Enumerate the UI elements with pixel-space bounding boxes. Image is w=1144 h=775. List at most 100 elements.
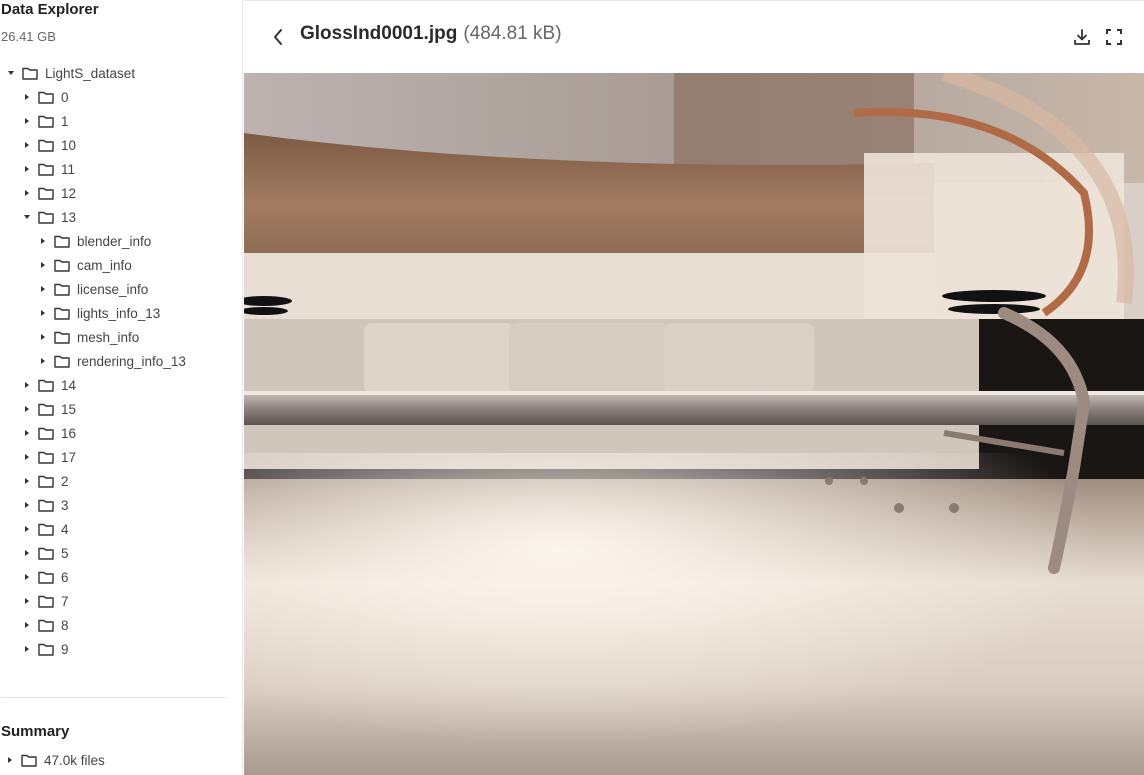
caret-right-icon[interactable] <box>5 755 15 765</box>
caret-right-icon[interactable] <box>38 356 48 366</box>
download-icon <box>1074 29 1090 45</box>
tree-item[interactable]: 7 <box>0 589 240 613</box>
tree-item[interactable]: 17 <box>0 445 240 469</box>
file-tree: LightS_dataset 0 1 10 11 12 13 blender_info cam_… <box>0 61 240 661</box>
folder-icon <box>38 427 54 440</box>
caret-right-icon[interactable] <box>22 620 32 630</box>
caret-right-icon[interactable] <box>22 524 32 534</box>
tree-item[interactable]: 5 <box>0 541 240 565</box>
folder-icon <box>38 139 54 152</box>
folder-icon <box>54 331 70 344</box>
back-button[interactable] <box>272 27 286 47</box>
folder-icon <box>38 499 54 512</box>
tree-item[interactable]: 13 <box>0 205 240 229</box>
caret-right-icon[interactable] <box>22 92 32 102</box>
folder-icon <box>38 211 54 224</box>
tree-item[interactable]: license_info <box>0 277 240 301</box>
main-panel: GlossInd0001.jpg (484.81 kB) <box>244 0 1144 775</box>
tree-item[interactable]: LightS_dataset <box>0 61 240 85</box>
caret-right-icon[interactable] <box>22 596 32 606</box>
tree-item-label: blender_info <box>77 233 152 249</box>
folder-icon <box>38 379 54 392</box>
caret-right-icon[interactable] <box>22 476 32 486</box>
sidebar-divider <box>1 697 227 698</box>
folder-icon <box>38 571 54 584</box>
tree-item[interactable]: 14 <box>0 373 240 397</box>
tree-item[interactable]: 16 <box>0 421 240 445</box>
caret-down-icon[interactable] <box>22 212 32 222</box>
tree-item[interactable]: 12 <box>0 181 240 205</box>
summary-title: Summary <box>1 723 70 740</box>
folder-icon <box>54 355 70 368</box>
caret-right-icon[interactable] <box>38 308 48 318</box>
sidebar-title: Data Explorer <box>1 1 99 18</box>
tree-item[interactable]: 4 <box>0 517 240 541</box>
tree-item[interactable]: 10 <box>0 133 240 157</box>
tree-item[interactable]: lights_info_13 <box>0 301 240 325</box>
tree-item-label: 8 <box>61 617 69 633</box>
tree-item[interactable]: 6 <box>0 565 240 589</box>
fullscreen-icon <box>1106 29 1122 45</box>
caret-down-icon[interactable] <box>6 68 16 78</box>
caret-right-icon[interactable] <box>22 164 32 174</box>
chevron-left-icon <box>274 29 282 45</box>
tree-item-label: 12 <box>61 185 77 201</box>
folder-icon <box>38 523 54 536</box>
tree-item-label: 7 <box>61 593 69 609</box>
caret-right-icon[interactable] <box>22 572 32 582</box>
folder-icon <box>38 643 54 656</box>
tree-item-label: 3 <box>61 497 69 513</box>
tree-item[interactable]: 3 <box>0 493 240 517</box>
tree-item-label: 17 <box>61 449 77 465</box>
tree-item[interactable]: blender_info <box>0 229 240 253</box>
tree-item[interactable]: 1 <box>0 109 240 133</box>
caret-right-icon[interactable] <box>22 404 32 414</box>
file-name: GlossInd0001.jpg <box>300 23 458 44</box>
caret-right-icon[interactable] <box>22 452 32 462</box>
caret-right-icon[interactable] <box>22 548 32 558</box>
caret-right-icon[interactable] <box>22 380 32 390</box>
tree-item[interactable]: 8 <box>0 613 240 637</box>
folder-icon <box>54 283 70 296</box>
caret-right-icon[interactable] <box>22 428 32 438</box>
viewer-header: GlossInd0001.jpg (484.81 kB) <box>244 1 1144 73</box>
caret-right-icon[interactable] <box>22 140 32 150</box>
tree-item[interactable]: 9 <box>0 637 240 661</box>
tree-item-label: 13 <box>61 209 77 225</box>
tree-item[interactable]: 11 <box>0 157 240 181</box>
caret-right-icon[interactable] <box>38 236 48 246</box>
download-button[interactable] <box>1072 27 1092 47</box>
tree-item[interactable]: 15 <box>0 397 240 421</box>
tree-item-label: 6 <box>61 569 69 585</box>
fullscreen-button[interactable] <box>1104 27 1124 47</box>
caret-right-icon[interactable] <box>22 644 32 654</box>
tree-item[interactable]: rendering_info_13 <box>0 349 240 373</box>
folder-icon <box>38 619 54 632</box>
tree-item-label: mesh_info <box>77 329 140 345</box>
tree-item-label: 5 <box>61 545 69 561</box>
folder-icon <box>38 451 54 464</box>
folder-icon <box>54 259 70 272</box>
file-title: GlossInd0001.jpg (484.81 kB) <box>300 23 562 45</box>
tree-item[interactable]: 0 <box>0 85 240 109</box>
tree-item[interactable]: 2 <box>0 469 240 493</box>
folder-icon <box>21 754 37 767</box>
caret-right-icon[interactable] <box>38 332 48 342</box>
folder-icon <box>38 163 54 176</box>
sidebar: Data Explorer 26.41 GB LightS_dataset 0 1 1… <box>0 0 243 775</box>
caret-right-icon[interactable] <box>38 260 48 270</box>
summary-files-item[interactable]: 47.0k files <box>5 748 105 772</box>
folder-icon <box>38 115 54 128</box>
folder-icon <box>38 91 54 104</box>
tree-item-label: 14 <box>61 377 77 393</box>
caret-right-icon[interactable] <box>22 500 32 510</box>
summary-files-label: 47.0k files <box>44 752 105 768</box>
tree-item[interactable]: mesh_info <box>0 325 240 349</box>
caret-right-icon[interactable] <box>22 188 32 198</box>
folder-icon <box>38 403 54 416</box>
tree-item[interactable]: cam_info <box>0 253 240 277</box>
tree-item-label: 11 <box>61 161 76 177</box>
caret-right-icon[interactable] <box>38 284 48 294</box>
caret-right-icon[interactable] <box>22 116 32 126</box>
tree-item-label: 10 <box>61 137 77 153</box>
